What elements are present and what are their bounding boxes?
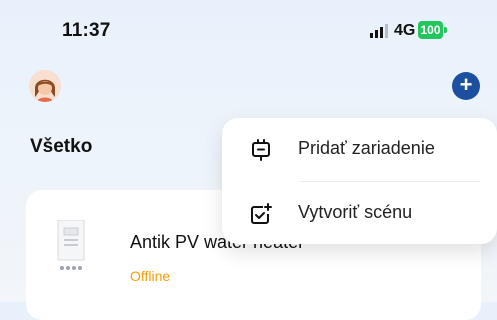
signal-icon xyxy=(370,24,388,38)
water-heater-icon xyxy=(57,220,85,270)
network-label: 4G xyxy=(394,22,416,39)
avatar-icon xyxy=(29,70,61,102)
menu-item-label: Vytvoriť scénu xyxy=(298,202,413,222)
status-time: 11:37 xyxy=(62,20,111,41)
tab-all[interactable]: Všetko xyxy=(30,136,92,158)
menu-item-add-device[interactable]: Pridať zariadenie xyxy=(222,118,497,180)
device-status: Offline xyxy=(130,268,171,284)
add-button[interactable]: + xyxy=(452,72,480,100)
plus-icon: + xyxy=(459,72,473,97)
avatar[interactable] xyxy=(29,70,61,102)
battery-icon: 100 xyxy=(418,21,448,39)
scene-add-icon xyxy=(251,203,272,224)
status-bar: 11:37 4G 100 xyxy=(0,0,497,60)
menu-item-create-scene[interactable]: Vytvoriť scénu xyxy=(222,182,497,244)
menu-item-label: Pridať zariadenie xyxy=(298,138,435,158)
battery-level: 100 xyxy=(418,21,443,39)
plug-icon xyxy=(252,139,270,161)
add-menu: Pridať zariadenie Vytvoriť scénu xyxy=(222,118,497,244)
